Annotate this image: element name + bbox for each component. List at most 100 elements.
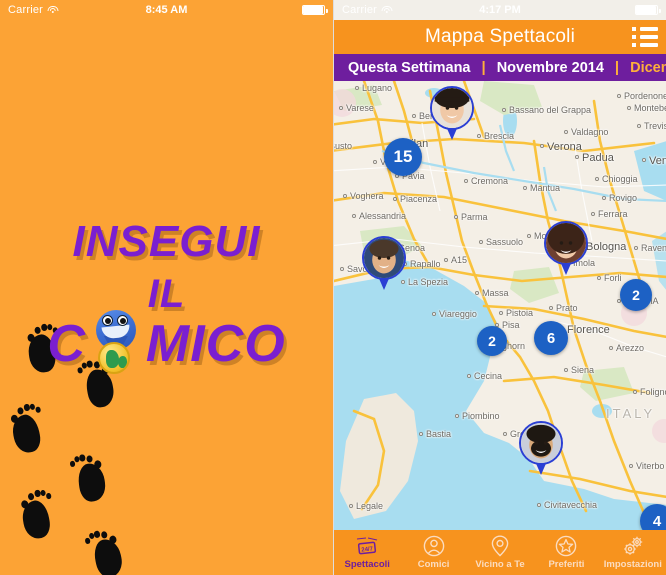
map-place-dot — [634, 246, 638, 250]
star-circle-icon — [555, 535, 577, 557]
pin-photo — [519, 421, 563, 465]
status-right — [635, 5, 661, 15]
map-place-dot — [503, 432, 507, 436]
filter-separator: | — [614, 59, 620, 76]
map-screen: Carrier 4:17 PM Mappa Spettacoli Questa … — [333, 0, 666, 575]
map-place-dot — [499, 311, 503, 315]
tab-label: Vicino a Te — [475, 559, 525, 570]
map-place-dot — [564, 368, 568, 372]
battery-full-icon — [302, 5, 328, 15]
bottom-tab-bar[interactable]: 24/7 Spettacoli Comici Vicino a Te Preferiti… — [334, 530, 666, 575]
svg-text:24/7: 24/7 — [361, 546, 374, 553]
tab-vicino-a-te[interactable]: Vicino a Te — [467, 535, 533, 570]
filter-separator: | — [481, 59, 486, 76]
map-pin-face-globe-icon — [88, 310, 144, 374]
map-place-dot — [467, 374, 471, 378]
comedian-face-icon — [546, 223, 586, 263]
map-place-dot — [540, 144, 544, 148]
pin-photo — [544, 221, 588, 265]
map-pin-icon — [490, 535, 510, 557]
navigation-bar: Mappa Spettacoli — [334, 20, 666, 54]
map-place-dot — [537, 503, 541, 507]
person-circle-icon — [423, 535, 445, 557]
tab-label: Comici — [417, 559, 450, 570]
pin-photo — [362, 236, 406, 280]
logo-line-2: IL — [147, 272, 186, 316]
map-canvas[interactable]: LuganoVareseBustoBergamoMilanBresciaBass… — [334, 81, 666, 530]
tab-comici[interactable]: Comici — [400, 535, 466, 570]
map-place-dot — [479, 240, 483, 244]
footprint-icon — [7, 399, 51, 455]
map-place-dot — [617, 94, 621, 98]
map-place-dot — [339, 106, 343, 110]
map-place-dot — [355, 86, 359, 90]
map-place-dot — [340, 267, 344, 271]
globe-icon — [97, 342, 130, 374]
logo-line-3-after: MICO — [145, 315, 286, 373]
list-bullet-icon[interactable] — [632, 27, 658, 47]
gears-icon — [621, 535, 645, 557]
status-time: 4:17 PM — [479, 4, 521, 16]
map-place-dot — [475, 291, 479, 295]
comedian-pin-genoa[interactable] — [362, 236, 406, 292]
dual-screenshot: Carrier 8:45 AM INSEGUI IL C MICO Carrie… — [0, 0, 666, 575]
map-place-dot — [575, 155, 579, 159]
map-place-dot — [349, 504, 353, 508]
map-place-dot — [627, 106, 631, 110]
map-place-dot — [455, 414, 459, 418]
logo-line-1: INSEGUI — [72, 217, 261, 266]
comedian-pin-bergamo[interactable] — [430, 86, 474, 142]
tab-preferiti[interactable]: Preferiti — [533, 535, 599, 570]
map-place-dot — [637, 124, 641, 128]
map-cluster-badge[interactable]: 2 — [477, 326, 507, 356]
status-time: 8:45 AM — [145, 4, 188, 16]
map-place-dot — [527, 234, 531, 238]
splash-body: INSEGUI IL C MICO — [0, 20, 333, 575]
ticket-24-7-icon: 24/7 — [355, 535, 379, 557]
map-base-graphic — [334, 81, 666, 530]
map-place-dot — [343, 194, 347, 198]
comedian-pin-grosseto[interactable] — [519, 421, 563, 477]
map-place-dot — [419, 432, 423, 436]
footprint-icon — [67, 450, 108, 504]
logo-line-3-before: C — [47, 315, 86, 373]
map-place-dot — [477, 134, 481, 138]
map-cluster-badge[interactable]: 2 — [620, 279, 652, 311]
app-logo: INSEGUI IL C MICO — [0, 217, 333, 374]
map-cluster-badge[interactable]: 6 — [534, 321, 568, 355]
pin-photo — [430, 86, 474, 130]
map-place-dot — [464, 179, 468, 183]
map-place-dot — [549, 306, 553, 310]
filter-item-2[interactable]: Dicem — [630, 60, 666, 76]
map-place-dot — [597, 276, 601, 280]
filter-item-1[interactable]: Novembre 2014 — [497, 60, 604, 76]
right-status-bar: Carrier 4:17 PM — [334, 0, 666, 20]
tab-impostazioni[interactable]: Impostazioni — [600, 535, 666, 570]
comedian-face-icon — [521, 423, 561, 463]
map-place-dot — [629, 464, 633, 468]
page-title: Mappa Spettacoli — [424, 26, 575, 47]
battery-full-icon — [635, 5, 661, 15]
comedian-pin-bologna[interactable] — [544, 221, 588, 277]
map-place-dot — [564, 130, 568, 134]
tab-label: Impostazioni — [603, 559, 662, 570]
map-place-dot — [642, 158, 646, 162]
filter-item-0[interactable]: Questa Settimana — [348, 60, 471, 76]
tab-spettacoli[interactable]: 24/7 Spettacoli — [334, 535, 400, 570]
map-place-dot — [633, 390, 637, 394]
map-place-dot — [432, 312, 436, 316]
map-place-dot — [352, 214, 356, 218]
map-place-dot — [502, 108, 506, 112]
map-place-dot — [602, 196, 606, 200]
map-cluster-badge[interactable]: 15 — [384, 138, 422, 176]
map-place-dot — [412, 114, 416, 118]
map-place-dot — [373, 160, 377, 164]
map-place-dot — [591, 212, 595, 216]
map-place-dot — [393, 197, 397, 201]
status-right — [302, 5, 328, 15]
date-filter-bar[interactable]: Questa Settimana | Novembre 2014 | Dicem — [334, 54, 666, 81]
map-place-dot — [444, 258, 448, 262]
map-place-dot — [523, 186, 527, 190]
tab-label: Preferiti — [548, 559, 585, 570]
tab-label: Spettacoli — [344, 559, 390, 570]
